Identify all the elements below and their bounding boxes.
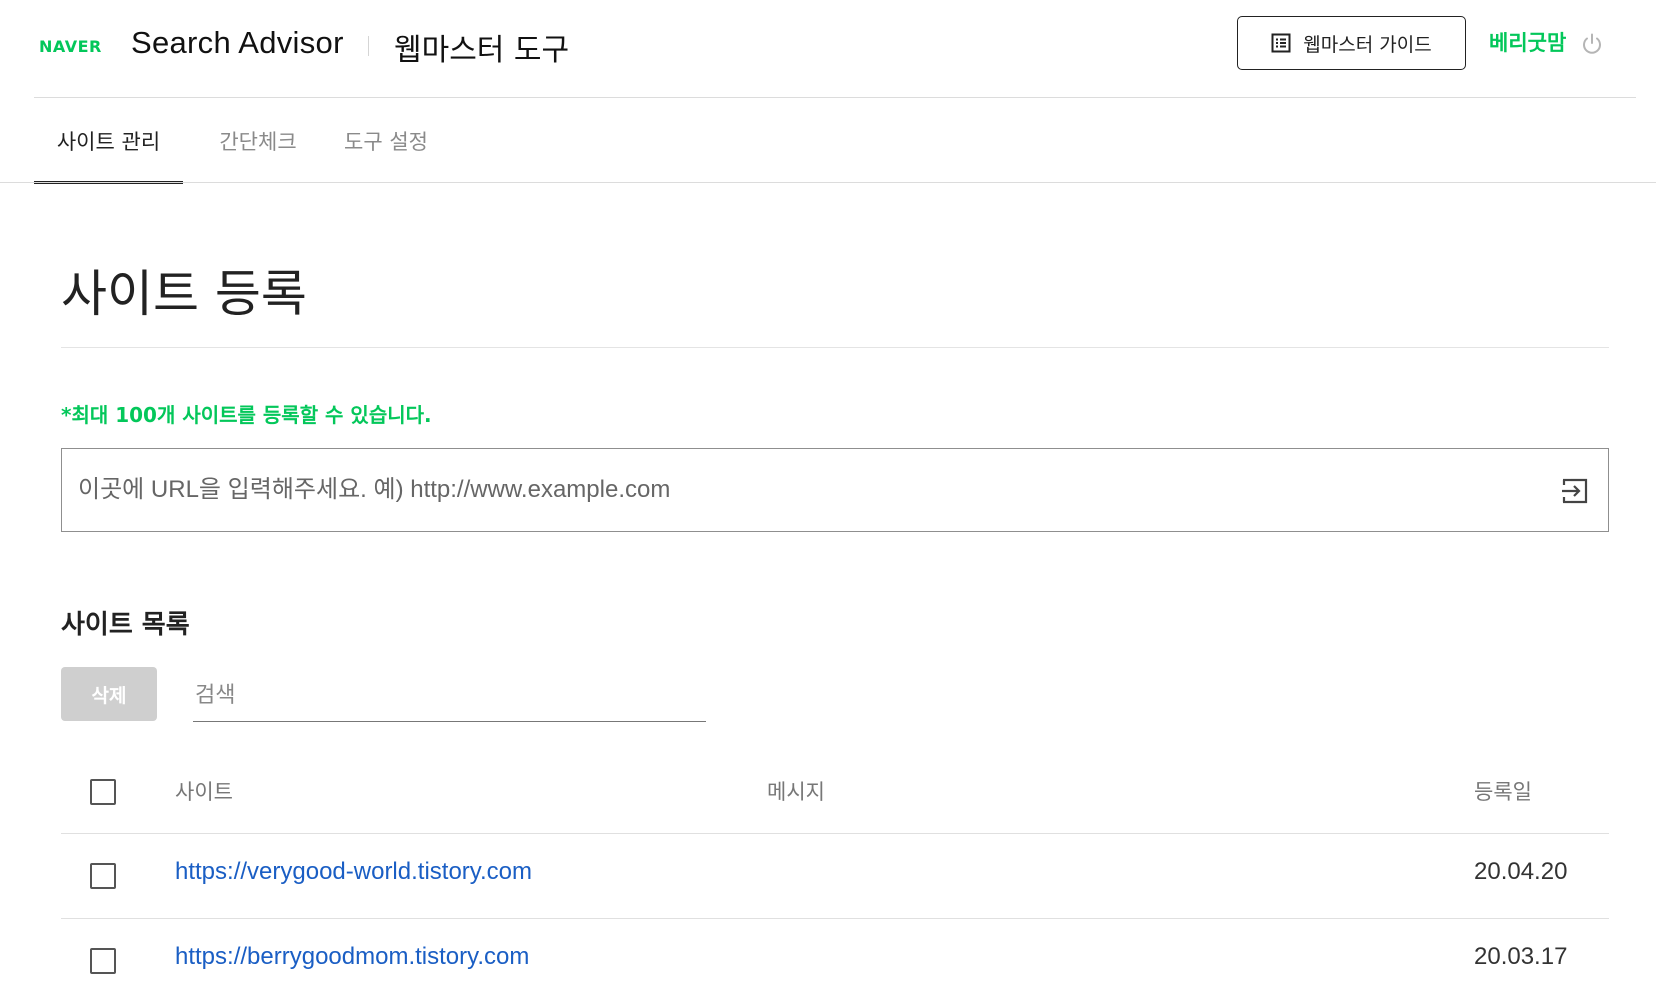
tab-quick-check[interactable]: 간단체크 <box>206 98 310 183</box>
registered-date: 20.03.17 <box>1474 943 1568 970</box>
tab-site-management[interactable]: 사이트 관리 <box>34 98 183 184</box>
title-divider <box>61 347 1609 348</box>
tab-tool-settings[interactable]: 도구 설정 <box>330 98 442 183</box>
site-list-title: 사이트 목록 <box>61 610 190 640</box>
url-input[interactable] <box>78 449 1518 530</box>
header-divider <box>368 36 369 56</box>
site-url-link[interactable]: https://verygood-world.tistory.com <box>175 858 532 886</box>
site-url-link[interactable]: https://berrygoodmom.tistory.com <box>175 943 529 971</box>
top-header: NAVER Search Advisor 웹마스터 도구 웹마스터 가이드 베리… <box>0 0 1656 98</box>
column-header-message: 메시지 <box>767 780 825 804</box>
user-name[interactable]: 베리굿맘 <box>1489 27 1566 57</box>
webmaster-guide-label: 웹마스터 가이드 <box>1303 33 1432 56</box>
site-search-input[interactable] <box>193 670 706 722</box>
select-all-checkbox[interactable] <box>90 779 116 805</box>
column-header-site: 사이트 <box>175 780 233 804</box>
table-row: https://berrygoodmom.tistory.com 20.03.1… <box>61 919 1609 995</box>
page: NAVER Search Advisor 웹마스터 도구 웹마스터 가이드 베리… <box>0 0 1656 995</box>
power-icon[interactable] <box>1580 32 1604 56</box>
table-row: https://verygood-world.tistory.com 20.04… <box>61 834 1609 918</box>
webmaster-guide-button[interactable]: 웹마스터 가이드 <box>1237 16 1466 70</box>
service-name[interactable]: Search Advisor <box>131 25 344 61</box>
url-input-box <box>61 448 1609 532</box>
row-checkbox[interactable] <box>90 948 116 974</box>
registered-date: 20.04.20 <box>1474 858 1568 885</box>
table-header-row: 사이트 메시지 등록일 <box>61 750 1609 834</box>
column-header-date[interactable]: 등록일 <box>1474 776 1532 806</box>
row-checkbox[interactable] <box>90 863 116 889</box>
naver-logo[interactable]: NAVER <box>39 37 102 56</box>
page-title: 사이트 등록 <box>61 265 307 323</box>
document-list-icon <box>1271 33 1291 53</box>
site-limit-notice: *최대 100개 사이트를 등록할 수 있습니다. <box>61 403 432 427</box>
tabs-divider-line <box>0 182 1656 183</box>
register-enter-icon[interactable] <box>1560 476 1590 506</box>
delete-button[interactable]: 삭제 <box>61 667 157 721</box>
tool-name: 웹마스터 도구 <box>394 33 570 68</box>
